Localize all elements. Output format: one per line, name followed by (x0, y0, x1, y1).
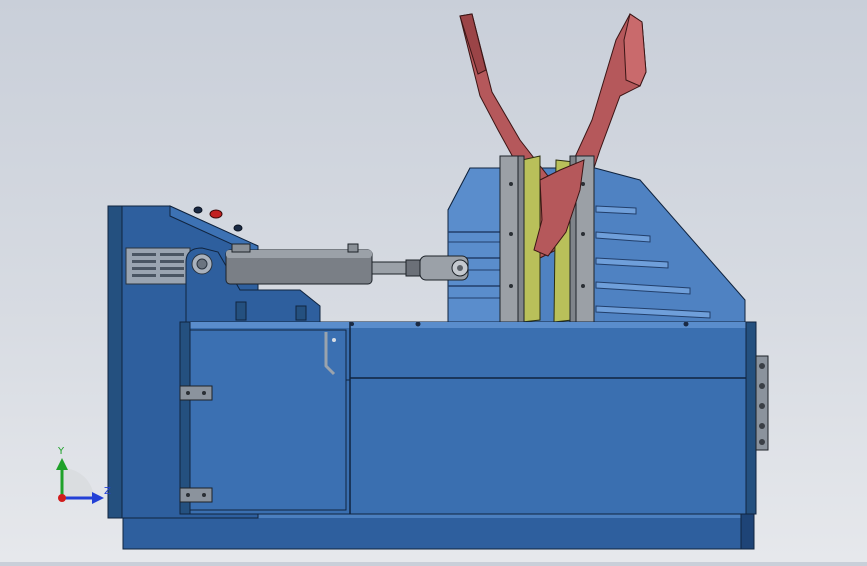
door-hinge-bottom (179, 487, 213, 503)
axis-y-label: Y (57, 446, 65, 457)
cad-viewport[interactable]: Y Z (0, 0, 867, 562)
selector-button (233, 224, 243, 232)
vent-grille (125, 247, 191, 285)
press-housing (447, 167, 746, 323)
axis-z-label: Z (104, 486, 111, 497)
clamp-left (499, 155, 541, 323)
cabinet-door (179, 329, 347, 511)
hydraulic-cylinder (225, 243, 469, 285)
indicator-button (193, 206, 203, 214)
emergency-stop-button (209, 209, 223, 219)
door-hinge-top (179, 385, 213, 401)
coordinate-triad: Y Z (56, 446, 111, 504)
side-ports (755, 355, 769, 451)
